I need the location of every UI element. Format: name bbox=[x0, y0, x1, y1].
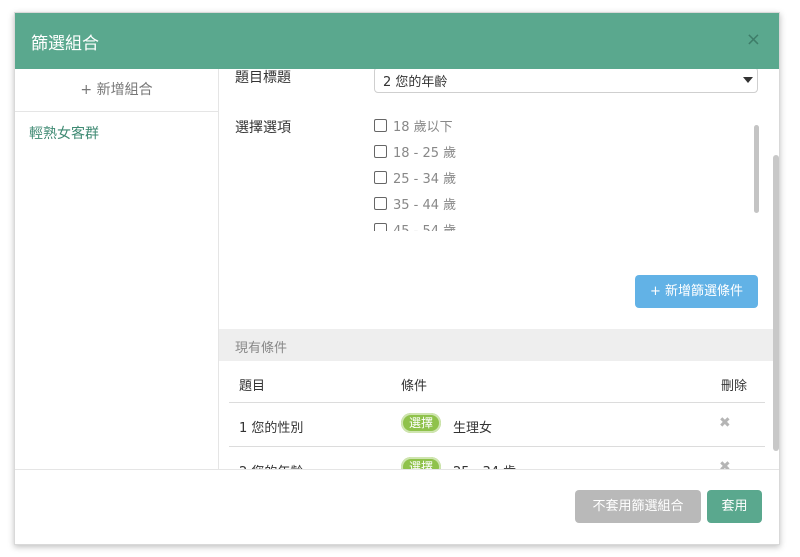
main-panel: 題目標題 2 您的年齡 選擇選項 18 歲以下 18 - 25 歲 25 - 3… bbox=[219, 69, 779, 469]
main-scrollbar[interactable] bbox=[773, 155, 779, 451]
option-label: 18 歲以下 bbox=[393, 119, 453, 135]
disable-filter-button[interactable]: 不套用篩選組合 bbox=[575, 490, 701, 523]
sidebar-item-group[interactable]: 輕熟女客群 bbox=[29, 123, 99, 143]
options-scrollbar[interactable] bbox=[754, 125, 759, 213]
options-list: 18 歲以下 18 - 25 歲 25 - 34 歲 35 - 44 歲 45 … bbox=[374, 115, 744, 231]
close-icon[interactable]: × bbox=[746, 29, 761, 50]
filter-modal: 篩選組合 × + 新增組合 輕熟女客群 題目標題 2 您的年齡 選擇選項 18 … bbox=[14, 12, 780, 545]
options-label: 選擇選項 bbox=[235, 120, 291, 136]
add-group-button[interactable]: + 新增組合 bbox=[15, 69, 218, 112]
delete-icon[interactable]: ✖ bbox=[719, 415, 731, 431]
checkbox[interactable] bbox=[374, 170, 387, 184]
row-question: 2 您的年齡 bbox=[239, 461, 303, 469]
table-row: 1 您的性別 選擇 生理女 ✖ bbox=[229, 403, 765, 447]
header-delete: 刪除 bbox=[721, 379, 748, 394]
sidebar: + 新增組合 輕熟女客群 bbox=[15, 69, 219, 469]
question-label: 題目標題 bbox=[235, 70, 291, 86]
modal-header: 篩選組合 × bbox=[15, 13, 779, 69]
checkbox[interactable] bbox=[374, 118, 387, 132]
option-label: 45 - 54 歲 bbox=[393, 223, 457, 232]
checkbox[interactable] bbox=[374, 222, 387, 231]
question-select-value: 2 您的年齡 bbox=[383, 75, 448, 90]
option-item[interactable]: 45 - 54 歲 bbox=[374, 219, 456, 231]
modal-title: 篩選組合 bbox=[31, 34, 99, 54]
row-value: 25 - 34 歲 bbox=[453, 461, 516, 469]
option-label: 35 - 44 歲 bbox=[393, 197, 457, 213]
modal-footer: 不套用篩選組合 套用 bbox=[15, 469, 779, 544]
option-label: 25 - 34 歲 bbox=[393, 171, 457, 187]
question-select[interactable]: 2 您的年齡 bbox=[374, 69, 758, 93]
header-condition: 條件 bbox=[401, 379, 428, 394]
row-value: 生理女 bbox=[453, 421, 493, 436]
table-row: 2 您的年齡 選擇 25 - 34 歲 ✖ bbox=[229, 447, 765, 469]
condition-tag: 選擇 bbox=[401, 457, 442, 469]
section-title: 現有條件 bbox=[235, 341, 288, 356]
option-label: 18 - 25 歲 bbox=[393, 145, 457, 161]
option-item[interactable]: 35 - 44 歲 bbox=[374, 193, 456, 213]
option-item[interactable]: 18 - 25 歲 bbox=[374, 141, 456, 161]
option-item[interactable]: 18 歲以下 bbox=[374, 115, 453, 135]
row-question: 1 您的性別 bbox=[239, 421, 304, 436]
delete-icon[interactable]: ✖ bbox=[719, 459, 731, 469]
apply-button[interactable]: 套用 bbox=[707, 490, 762, 523]
conditions-section-header: 現有條件 bbox=[219, 329, 779, 361]
checkbox[interactable] bbox=[374, 144, 387, 158]
add-condition-button[interactable]: + 新增篩選條件 bbox=[635, 275, 758, 308]
checkbox[interactable] bbox=[374, 196, 387, 210]
chevron-down-icon bbox=[743, 77, 753, 83]
condition-tag: 選擇 bbox=[401, 413, 442, 433]
option-item[interactable]: 25 - 34 歲 bbox=[374, 167, 456, 187]
header-question: 題目 bbox=[239, 379, 266, 394]
